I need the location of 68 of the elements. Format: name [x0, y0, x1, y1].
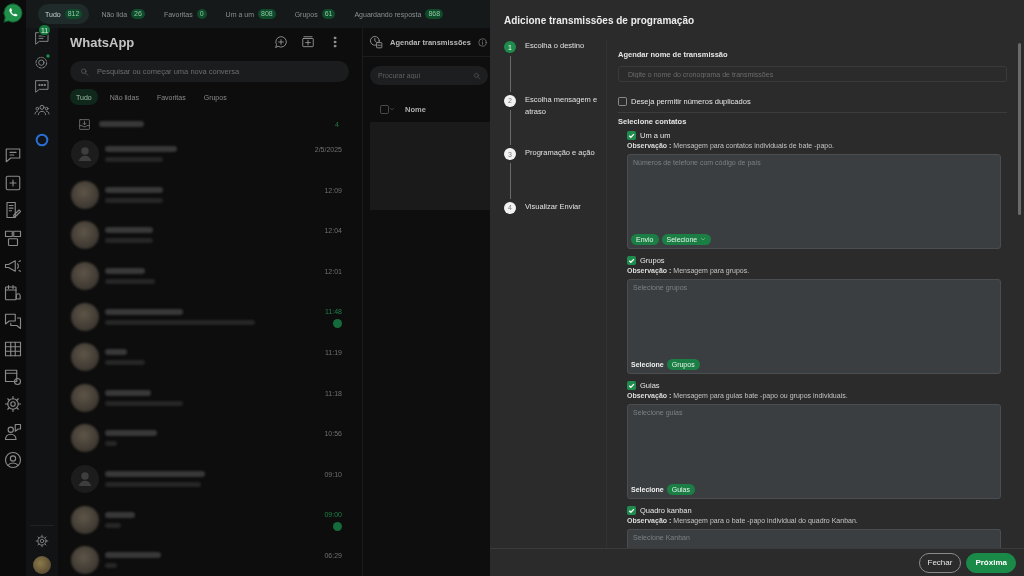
- checkbox[interactable]: [627, 130, 636, 140]
- app-title: WhatsApp: [70, 34, 136, 50]
- add-box-icon[interactable]: [301, 35, 315, 49]
- avatar[interactable]: [71, 221, 99, 250]
- blurred-name: [105, 146, 177, 153]
- blurred-message: [105, 238, 153, 244]
- add-square-icon[interactable]: [4, 173, 22, 192]
- search-icon: [80, 67, 89, 76]
- profile-avatar[interactable]: [33, 556, 51, 574]
- caret-icon: [700, 236, 707, 242]
- avatar[interactable]: [71, 424, 99, 453]
- next-button[interactable]: Próxima: [966, 552, 1016, 573]
- profile-icon[interactable]: [4, 450, 22, 469]
- avatar[interactable]: [71, 383, 99, 412]
- chat-bubble-icon[interactable]: [4, 146, 22, 164]
- step-connector: [509, 56, 511, 92]
- archive-icon[interactable]: [78, 117, 91, 131]
- avatar[interactable]: [71, 343, 99, 372]
- blurred-message: [105, 279, 155, 285]
- new-chat-icon[interactable]: [274, 35, 288, 49]
- calendar-gear-icon[interactable]: [4, 367, 22, 386]
- avatar[interactable]: [71, 180, 99, 209]
- blurred-message: [105, 441, 117, 447]
- calendar-bell-icon[interactable]: [4, 284, 22, 303]
- checkbox[interactable]: [627, 380, 636, 390]
- checkbox[interactable]: [627, 505, 636, 515]
- settings-icon[interactable]: [35, 534, 49, 548]
- blurred-name: [105, 186, 163, 193]
- communities-icon[interactable]: [34, 102, 50, 118]
- channels-icon[interactable]: [34, 78, 50, 94]
- info-icon[interactable]: [477, 37, 487, 47]
- dialog-title: Adicione transmissões de programação: [504, 14, 695, 26]
- table-icon[interactable]: [4, 339, 22, 358]
- blurred-name: [105, 552, 161, 559]
- phone-logo-icon[interactable]: [2, 2, 24, 24]
- blurred-message: [105, 157, 163, 163]
- document-edit-icon[interactable]: [4, 201, 22, 220]
- blurred-name: [99, 121, 144, 127]
- blurred-name: [105, 349, 127, 356]
- unread-badge-icon: [333, 522, 342, 532]
- status-icon[interactable]: [34, 54, 50, 70]
- search-icon: [473, 71, 481, 80]
- avatar[interactable]: [71, 262, 99, 291]
- blurred-message: [105, 563, 117, 569]
- blurred-name: [105, 430, 157, 437]
- blurred-name: [105, 511, 135, 518]
- avatar[interactable]: [71, 302, 99, 331]
- clock-calendar-icon: [369, 35, 383, 49]
- checkbox[interactable]: [618, 96, 627, 106]
- select-all-checkbox[interactable]: [380, 104, 389, 114]
- step-connector: [509, 163, 511, 199]
- scrollbar-thumb[interactable]: [1018, 43, 1021, 215]
- checkbox[interactable]: [627, 255, 636, 265]
- blurred-message: [105, 522, 121, 528]
- ring-icon[interactable]: [34, 132, 50, 148]
- blurred-name: [105, 227, 153, 234]
- cards-icon[interactable]: [4, 229, 22, 248]
- person-chat-icon[interactable]: [4, 422, 22, 441]
- blurred-name: [105, 268, 145, 275]
- blurred-name: [105, 389, 151, 396]
- step-connector: [509, 109, 511, 145]
- blurred-message: [105, 197, 163, 203]
- avatar[interactable]: [71, 505, 99, 534]
- avatar[interactable]: [71, 546, 99, 575]
- chat-bubbles-icon[interactable]: [4, 312, 22, 331]
- blurred-message: [105, 360, 145, 366]
- unread-badge-icon: [333, 319, 342, 329]
- settings-icon[interactable]: [4, 395, 22, 414]
